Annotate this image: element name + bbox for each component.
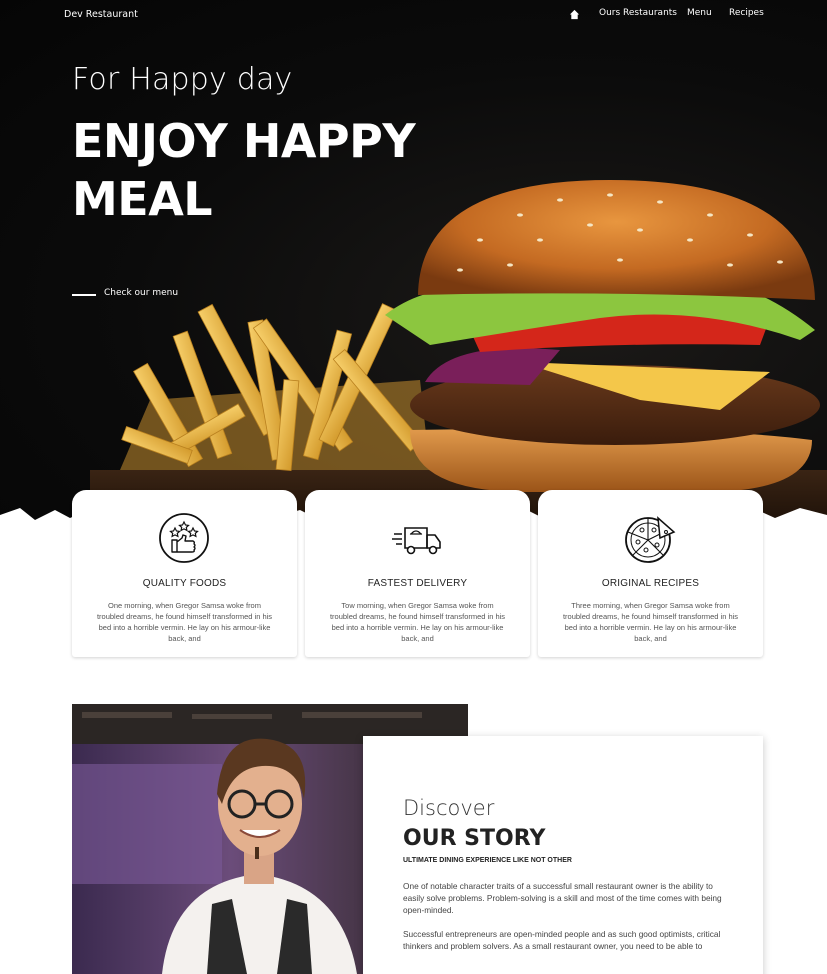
nav-link-recipes[interactable]: Recipes [729, 8, 764, 18]
story-tagline: ULTIMATE DINING EXPERIENCE LIKE NOT OTHE… [403, 857, 572, 864]
feature-title: QUALITY FOODS [142, 578, 227, 589]
story-kicker: Discover [403, 796, 495, 820]
delivery-truck-icon [392, 527, 441, 555]
story-paragraph: One of notable character traits of a suc… [403, 881, 722, 915]
story-title: OUR STORY [403, 826, 546, 851]
feature-title: ORIGINAL RECIPES [601, 578, 700, 589]
feature-text: One morning, when Gregor Samsa woke from… [96, 601, 273, 643]
home-icon[interactable] [569, 9, 580, 20]
feature-card-recipes: ORIGINAL RECIPES Three morning, when Gre… [538, 490, 763, 657]
feature-text: Three morning, when Gregor Samsa woke fr… [562, 601, 739, 643]
hero-subtitle: For Happy day [72, 62, 293, 97]
story-card: Discover OUR STORY ULTIMATE DINING EXPER… [363, 736, 763, 974]
feature-text: Tow morning, when Gregor Samsa woke from… [329, 601, 506, 643]
story-paragraph: Successful entrepreneurs are open-minded… [403, 929, 721, 951]
pizza-icon [625, 516, 676, 563]
nav-link-ours-restaurants[interactable]: Ours Restaurants [599, 8, 677, 18]
feature-title: FASTEST DELIVERY [367, 578, 468, 589]
hero-title: ENJOY HAPPY MEAL [72, 114, 416, 226]
brand-logo-text[interactable]: Dev Restaurant [64, 9, 138, 20]
top-navbar: Dev Restaurant Ours Restaurants Menu Rec… [0, 0, 827, 30]
cta-line-decoration [72, 294, 96, 296]
hero-section: Dev Restaurant Ours Restaurants Menu Rec… [0, 0, 827, 525]
feature-card-delivery: FASTEST DELIVERY Tow morning, when Grego… [305, 490, 530, 657]
quality-stars-thumbs-up-icon [159, 513, 209, 563]
feature-card-quality: QUALITY FOODS One morning, when Gregor S… [72, 490, 297, 657]
nav-link-menu[interactable]: Menu [687, 8, 712, 18]
check-menu-link[interactable]: Check our menu [104, 288, 178, 298]
